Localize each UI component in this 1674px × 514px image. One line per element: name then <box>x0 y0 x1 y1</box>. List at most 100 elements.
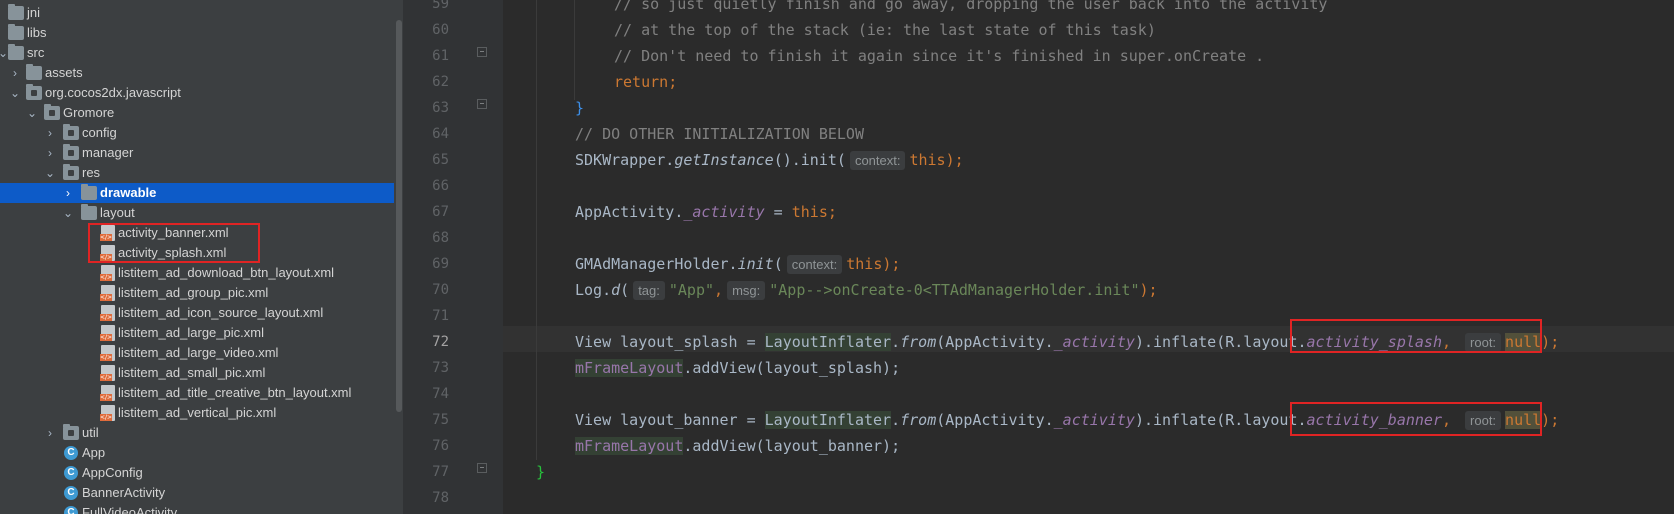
line-number: 69 <box>432 256 449 272</box>
tree-item-manager[interactable]: › manager <box>0 143 394 163</box>
tree-item-assets[interactable]: › assets <box>0 63 394 83</box>
code-token: SDKWrapper. <box>575 151 675 169</box>
keyword: this <box>791 203 828 221</box>
fold-marker-icon[interactable] <box>477 463 487 473</box>
folder-icon <box>8 24 24 40</box>
code-line-65[interactable]: SDKWrapper.getInstance().init(context: th… <box>575 147 964 173</box>
xml-file-icon <box>100 405 115 421</box>
tree-item-gromore[interactable]: ⌄ Gromore <box>0 103 394 123</box>
xml-file-icon <box>100 365 115 381</box>
chevron-right-icon[interactable]: › <box>63 187 73 199</box>
tree-item-util[interactable]: › util <box>0 423 394 443</box>
chevron-down-icon[interactable]: ⌄ <box>63 207 73 219</box>
tree-item-org-cocos2dx-javascript[interactable]: ⌄ org.cocos2dx.javascript <box>0 83 394 103</box>
chevron-right-icon[interactable]: › <box>45 147 55 159</box>
code-line-63[interactable]: } <box>575 95 584 121</box>
tree-item-config[interactable]: › config <box>0 123 394 143</box>
annotation-box <box>88 223 260 263</box>
tree-item-layout[interactable]: ⌄ layout <box>0 203 394 223</box>
tree-item-listitem-ad-small-pic-xml[interactable]: listitem_ad_small_pic.xml <box>0 363 394 383</box>
line-number: 66 <box>432 178 449 194</box>
line-number: 63 <box>432 100 449 116</box>
tree-item-jni[interactable]: jni <box>0 3 394 23</box>
tree-item-label: org.cocos2dx.javascript <box>45 85 181 100</box>
method-name: init <box>737 255 774 273</box>
code-line-67[interactable]: AppActivity._activity = this; <box>575 199 837 225</box>
code-token: , <box>714 281 724 299</box>
tree-item-label: listitem_ad_large_video.xml <box>118 345 279 360</box>
tree-item-label: res <box>82 165 101 180</box>
parameter-hint: context: <box>786 255 843 274</box>
line-number: 61 <box>432 48 449 64</box>
code-token: AppActivity. <box>575 203 684 221</box>
chevron-right-icon[interactable]: › <box>10 67 20 79</box>
code-line-64[interactable]: // DO OTHER INITIALIZATION BELOW <box>575 121 864 147</box>
tree-item-label: layout <box>100 205 135 220</box>
code-line-69[interactable]: GMAdManagerHolder.init(context: this); <box>575 251 900 277</box>
tree-item-banneractivity[interactable]: C BannerActivity <box>0 483 394 503</box>
fold-marker-icon[interactable] <box>477 99 487 109</box>
code-line-73[interactable]: mFrameLayout.addView(layout_splash); <box>575 355 900 381</box>
code-token: . <box>891 411 901 429</box>
code-line-60[interactable]: // at the top of the stack (ie: the last… <box>614 17 1156 43</box>
code-token: View layout_banner = <box>575 411 765 429</box>
tree-item-label: listitem_ad_vertical_pic.xml <box>118 405 277 420</box>
chevron-down-icon[interactable]: ⌄ <box>0 47 8 59</box>
class-icon: C <box>64 446 78 460</box>
code-line-77[interactable]: } <box>536 459 545 485</box>
tree-item-listitem-ad-large-pic-xml[interactable]: listitem_ad_large_pic.xml <box>0 323 394 343</box>
tree-item-listitem-ad-icon-source-layout-xml[interactable]: listitem_ad_icon_source_layout.xml <box>0 303 394 323</box>
tree-item-listitem-ad-large-video-xml[interactable]: listitem_ad_large_video.xml <box>0 343 394 363</box>
code-line-76[interactable]: mFrameLayout.addView(layout_banner); <box>575 433 900 459</box>
sidebar-scrollbar-thumb[interactable] <box>396 20 402 412</box>
tree-item-src[interactable]: ⌄ src <box>0 43 394 63</box>
code-line-70[interactable]: Log.d(tag: "App", msg: "App-->onCreate-0<TT… <box>575 277 1158 303</box>
fold-marker-icon[interactable] <box>477 47 487 57</box>
tree-item-label: src <box>27 45 45 60</box>
tree-item-listitem-ad-title-creative-btn-layout-xml[interactable]: listitem_ad_title_creative_btn_layout.xm… <box>0 383 394 403</box>
code-token: ); <box>945 151 964 169</box>
chevron-right-icon[interactable]: › <box>45 427 55 439</box>
code-token: (AppActivity. <box>936 411 1054 429</box>
code-token: ; <box>827 203 837 221</box>
string-literal: "App" <box>668 281 715 299</box>
code-line-62[interactable]: return; <box>614 69 677 95</box>
chevron-down-icon[interactable]: ⌄ <box>10 87 20 99</box>
code-token: . <box>891 333 901 351</box>
code-token: .addView(layout_banner); <box>683 437 901 455</box>
tree-item-drawable[interactable]: › drawable <box>0 183 394 203</box>
code-line-61[interactable]: // Don't need to finish it again since i… <box>614 43 1264 69</box>
tree-item-libs[interactable]: libs <box>0 23 394 43</box>
package-icon <box>63 144 79 160</box>
code-token: Log. <box>575 281 612 299</box>
tree-item-listitem-ad-vertical-pic-xml[interactable]: listitem_ad_vertical_pic.xml <box>0 403 394 423</box>
folder-icon <box>8 44 24 60</box>
chevron-down-icon[interactable]: ⌄ <box>27 107 37 119</box>
tree-item-res[interactable]: ⌄ res <box>0 163 394 183</box>
tree-item-listitem-ad-download-btn-layout-xml[interactable]: listitem_ad_download_btn_layout.xml <box>0 263 394 283</box>
package-icon <box>63 164 79 180</box>
tree-item-label: config <box>82 125 117 140</box>
tree-item-label: listitem_ad_download_btn_layout.xml <box>118 265 335 280</box>
code-token: ).inflate( <box>1134 333 1226 351</box>
tree-item-app[interactable]: C App <box>0 443 394 463</box>
code-token: .addView(layout_splash); <box>683 359 901 377</box>
code-token: ().init( <box>773 151 846 169</box>
indent-guide <box>574 0 575 100</box>
line-number: 71 <box>432 308 449 324</box>
tree-item-appconfig[interactable]: C AppConfig <box>0 463 394 483</box>
chevron-right-icon[interactable]: › <box>45 127 55 139</box>
code-line-59[interactable]: // so just quietly finish and go away, d… <box>614 0 1327 17</box>
line-number: 60 <box>432 22 449 38</box>
tree-item-label: libs <box>27 25 47 40</box>
class-icon: C <box>64 506 78 514</box>
tree-item-listitem-ad-group-pic-xml[interactable]: listitem_ad_group_pic.xml <box>0 283 394 303</box>
code-token: ).inflate( <box>1134 411 1226 429</box>
tree-item-fullvideoactivity[interactable]: C FullVideoActivity <box>0 503 394 514</box>
line-number-current: 72 <box>432 334 449 350</box>
chevron-down-icon[interactable]: ⌄ <box>45 167 55 179</box>
field-reference: mFrameLayout <box>575 359 684 377</box>
xml-file-icon <box>100 325 115 341</box>
tree-item-label: App <box>82 445 106 460</box>
line-number: 77 <box>432 464 449 480</box>
